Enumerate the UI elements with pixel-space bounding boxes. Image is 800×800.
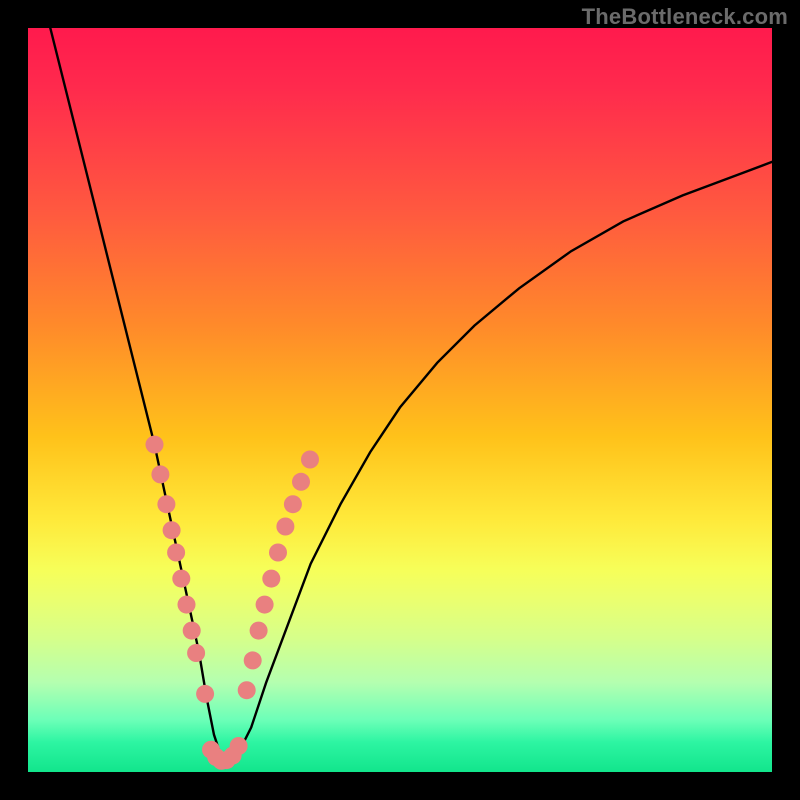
curve-markers — [146, 436, 320, 770]
curve-marker — [230, 737, 248, 755]
curve-marker — [183, 622, 201, 640]
curve-marker — [276, 518, 294, 536]
curve-marker — [238, 681, 256, 699]
curve-marker — [292, 473, 310, 491]
curve-marker — [163, 521, 181, 539]
bottleneck-curve — [28, 28, 772, 772]
curve-path — [50, 28, 772, 765]
curve-marker — [250, 622, 268, 640]
curve-marker — [187, 644, 205, 662]
curve-marker — [157, 495, 175, 513]
curve-marker — [196, 685, 214, 703]
watermark-label: TheBottleneck.com — [582, 4, 788, 30]
curve-marker — [172, 570, 190, 588]
curve-marker — [301, 451, 319, 469]
curve-marker — [269, 544, 287, 562]
curve-marker — [178, 596, 196, 614]
curve-marker — [167, 544, 185, 562]
curve-marker — [244, 651, 262, 669]
plot-area — [28, 28, 772, 772]
chart-frame: TheBottleneck.com — [0, 0, 800, 800]
curve-marker — [146, 436, 164, 454]
curve-marker — [256, 596, 274, 614]
curve-marker — [262, 570, 280, 588]
curve-marker — [151, 465, 169, 483]
curve-marker — [284, 495, 302, 513]
